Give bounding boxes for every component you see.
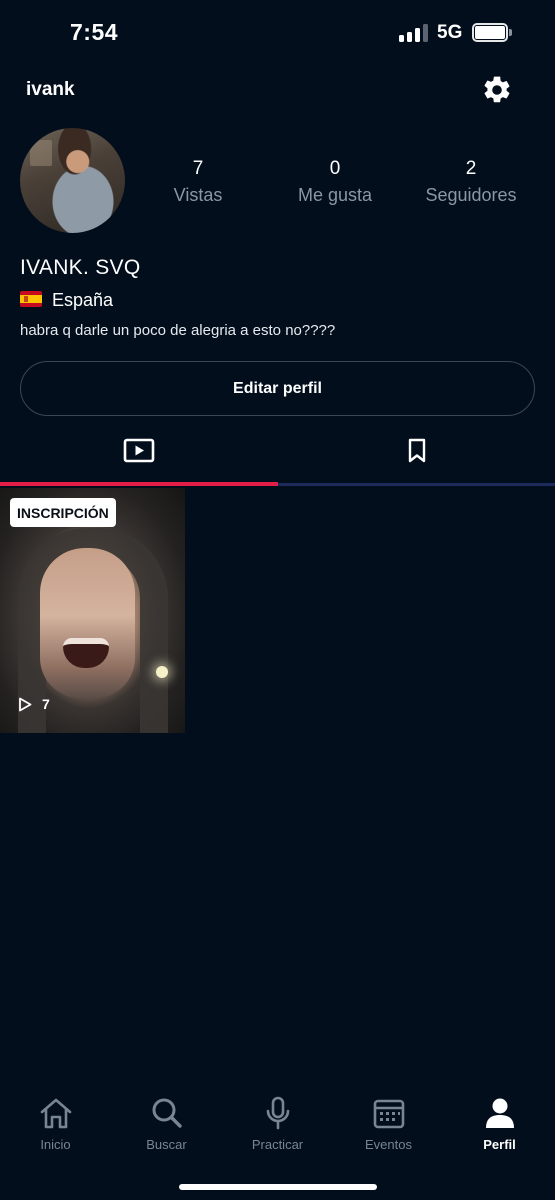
bottom-nav: Inicio Buscar Practicar Eventos Perfil: [0, 1096, 555, 1156]
signal-icon: [399, 24, 429, 42]
spain-flag-icon: [20, 291, 42, 307]
nav-item-eventos[interactable]: Eventos: [333, 1096, 444, 1152]
nav-label-inicio: Inicio: [40, 1137, 71, 1152]
tab-indicator-active: [0, 482, 278, 486]
stat-followers-value: 2: [465, 158, 477, 179]
profile-bio: habra q darle un poco de alegria a esto …: [20, 322, 336, 339]
nav-item-inicio[interactable]: Inicio: [0, 1096, 111, 1152]
calendar-icon: [373, 1099, 404, 1129]
microphone-icon: [266, 1096, 289, 1130]
nav-item-perfil[interactable]: Perfil: [444, 1096, 555, 1152]
nav-label-eventos: Eventos: [365, 1137, 412, 1152]
stat-views: 7 Vistas: [152, 158, 244, 206]
header-username: ivank: [26, 79, 75, 100]
search-icon: [152, 1098, 182, 1128]
home-indicator: [179, 1184, 377, 1190]
video-views: 7: [18, 696, 50, 712]
stat-followers[interactable]: 2 Seguidores: [416, 158, 526, 206]
nav-label-perfil: Perfil: [483, 1137, 516, 1152]
bookmark-icon: [408, 438, 425, 463]
avatar[interactable]: [20, 128, 125, 233]
settings-button[interactable]: [481, 74, 513, 106]
nav-label-buscar: Buscar: [146, 1137, 187, 1152]
gear-icon: [484, 76, 510, 103]
stat-views-value: 7: [192, 158, 204, 179]
play-box-icon: [123, 438, 154, 463]
person-icon: [485, 1098, 514, 1128]
status-time: 7:54: [70, 19, 119, 45]
stat-followers-label: Seguidores: [425, 185, 517, 205]
country-label: España: [52, 290, 114, 310]
video-badge: INSCRIPCIÓN: [10, 498, 116, 527]
home-icon: [40, 1098, 71, 1129]
nav-label-practicar: Practicar: [251, 1137, 304, 1152]
nav-item-practicar[interactable]: Practicar: [222, 1096, 333, 1152]
play-icon: [19, 697, 32, 711]
tab-saved[interactable]: [278, 438, 555, 484]
video-views-count: 7: [42, 696, 50, 712]
nav-item-buscar[interactable]: Buscar: [111, 1096, 222, 1152]
tab-videos[interactable]: [0, 438, 277, 484]
stat-likes-value: 0: [329, 158, 341, 179]
stat-views-label: Vistas: [173, 185, 223, 205]
stat-likes: 0 Me gusta: [284, 158, 386, 206]
tab-indicator-inactive: [278, 483, 555, 486]
battery-icon: [472, 23, 512, 42]
display-name: IVANK. SVQ: [20, 256, 141, 279]
stat-likes-label: Me gusta: [297, 185, 373, 205]
status-bar: 7:54 5G: [0, 0, 555, 66]
network-type: 5G: [437, 22, 463, 43]
edit-profile-button[interactable]: Editar perfil: [20, 361, 535, 416]
